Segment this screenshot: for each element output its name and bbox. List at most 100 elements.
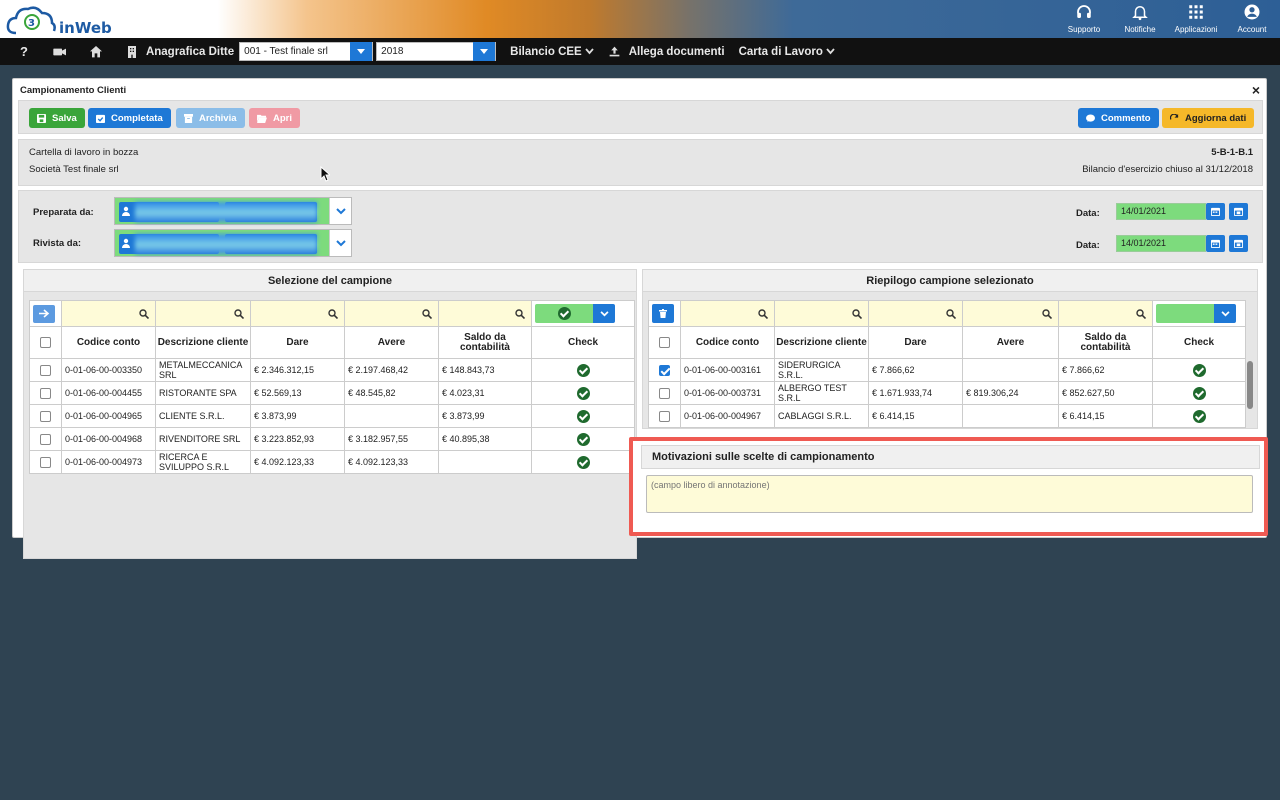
home-icon[interactable]: [88, 44, 104, 60]
table-row[interactable]: 0-01-06-00-003731 ALBERGO TEST S.R.L € 1…: [648, 381, 1246, 405]
cell-avere: € 48.545,82: [344, 381, 439, 405]
row-checkbox[interactable]: [659, 387, 670, 399]
table-row[interactable]: 0-01-06-00-003350 METALMECCANICA SRL € 2…: [29, 358, 635, 382]
calendar-day-icon: [1234, 239, 1243, 248]
carta-di-lavoro-menu[interactable]: Carta di Lavoro: [739, 46, 835, 58]
col-saldo[interactable]: Saldo da contabilità: [1058, 326, 1153, 359]
motivazioni-textarea[interactable]: [646, 475, 1253, 513]
arrow-right-icon: [38, 309, 49, 318]
table-row[interactable]: 0-01-06-00-003161 SIDERURGICA S.R.L. € 7…: [648, 358, 1246, 382]
help-button[interactable]: ?: [20, 44, 28, 59]
bilancio-text: Bilancio d'esercizio chiuso al 31/12/201…: [1082, 164, 1253, 175]
calendar-icon: [1211, 239, 1220, 248]
cell-dare: € 4.092.123,33: [250, 450, 345, 474]
year-select[interactable]: 2018: [376, 42, 497, 61]
col-dare[interactable]: Dare: [868, 326, 963, 359]
filter-codice[interactable]: [61, 300, 156, 327]
calendar-today-button-1[interactable]: [1229, 203, 1248, 220]
row-checkbox[interactable]: [40, 364, 51, 376]
aggiorna-dati-button[interactable]: Aggiorna dati: [1162, 108, 1255, 128]
video-camera-icon[interactable]: [52, 44, 68, 60]
salva-label: Salva: [52, 112, 77, 124]
cell-avere: € 4.092.123,33: [344, 450, 439, 474]
col-avere[interactable]: Avere: [962, 326, 1059, 359]
cell-codice: 0-01-06-00-004973: [61, 450, 156, 474]
allega-documenti-button[interactable]: Allega documenti: [608, 45, 725, 58]
row-checkbox[interactable]: [40, 410, 51, 422]
row-checkbox[interactable]: [40, 387, 51, 399]
filter-avere[interactable]: [344, 300, 439, 327]
filter-avere[interactable]: [962, 300, 1059, 327]
col-avere[interactable]: Avere: [344, 326, 439, 359]
table-row[interactable]: 0-01-06-00-004968 RIVENDITORE SRL € 3.22…: [29, 427, 635, 451]
filter-descrizione[interactable]: [774, 300, 869, 327]
cell-descrizione: RIVENDITORE SRL: [155, 427, 251, 451]
row-checkbox[interactable]: [40, 456, 51, 468]
select-all-checkbox[interactable]: [659, 336, 670, 348]
filter-codice[interactable]: [680, 300, 775, 327]
col-codice[interactable]: Codice conto: [61, 326, 156, 359]
move-to-sample-button[interactable]: [33, 304, 55, 323]
row-checkbox[interactable]: [659, 410, 670, 422]
col-dare[interactable]: Dare: [250, 326, 345, 359]
archivia-label: Archivia: [199, 112, 237, 124]
check-filter-select[interactable]: [1156, 304, 1236, 323]
check-filter-select[interactable]: [535, 304, 615, 323]
remove-from-sample-button[interactable]: [652, 304, 674, 323]
cell-descrizione: METALMECCANICA SRL: [155, 358, 251, 382]
filter-dare[interactable]: [868, 300, 963, 327]
logo[interactable]: 3 inWeb: [6, 3, 116, 37]
header-row: Codice conto Descrizione cliente Dare Av…: [29, 326, 635, 359]
commento-button[interactable]: Commento: [1078, 108, 1159, 128]
col-codice[interactable]: Codice conto: [680, 326, 775, 359]
col-check[interactable]: Check: [1152, 326, 1246, 359]
calendar-button-2[interactable]: [1206, 235, 1225, 252]
salva-button[interactable]: Salva: [29, 108, 85, 128]
close-icon[interactable]: ×: [1252, 82, 1260, 98]
filter-check-cell: [1152, 300, 1246, 327]
col-saldo[interactable]: Saldo da contabilità: [438, 326, 532, 359]
row-checkbox[interactable]: [40, 433, 51, 445]
company-select[interactable]: 001 - Test finale srl: [239, 42, 374, 61]
table-row[interactable]: 0-01-06-00-004455 RISTORANTE SPA € 52.56…: [29, 381, 635, 405]
check-circle-icon: [576, 363, 590, 377]
table-row[interactable]: 0-01-06-00-004967 CABLAGGI S.R.L. € 6.41…: [648, 404, 1246, 428]
calendar-button-1[interactable]: [1206, 203, 1225, 220]
info-box: Cartella di lavoro in bozza Società Test…: [18, 139, 1263, 186]
row-checkbox-checked[interactable]: [659, 364, 670, 376]
cell-dare: € 52.569,13: [250, 381, 345, 405]
completata-button[interactable]: Completata: [88, 108, 171, 128]
cell-dare: € 6.414,15: [868, 404, 963, 428]
filter-descrizione[interactable]: [155, 300, 251, 327]
notifications-button[interactable]: Notifiche: [1112, 0, 1168, 38]
svg-text:3: 3: [28, 18, 35, 29]
applications-button[interactable]: Applicazioni: [1168, 0, 1224, 38]
table-row[interactable]: 0-01-06-00-004973 RICERCA E SVILUPPO S.R…: [29, 450, 635, 474]
date-field-2[interactable]: 14/01/2021: [1116, 235, 1206, 252]
archivia-button[interactable]: Archivia: [176, 108, 245, 128]
date-field-1[interactable]: 14/01/2021: [1116, 203, 1206, 220]
apri-button[interactable]: Apri: [249, 108, 300, 128]
applications-label: Applicazioni: [1174, 25, 1218, 34]
col-descrizione[interactable]: Descrizione cliente: [774, 326, 869, 359]
table-row[interactable]: 0-01-06-00-004965 CLIENTE S.R.L. € 3.873…: [29, 404, 635, 428]
preparata-user-select[interactable]: [114, 197, 352, 225]
select-all-checkbox[interactable]: [40, 336, 51, 348]
aggiorna-dati-label: Aggiorna dati: [1185, 112, 1247, 124]
filter-saldo[interactable]: [1058, 300, 1153, 327]
col-check[interactable]: Check: [531, 326, 635, 359]
filter-dare[interactable]: [250, 300, 345, 327]
scrollbar-thumb[interactable]: [1247, 361, 1253, 409]
delete-cell: [648, 300, 681, 327]
account-button[interactable]: Account: [1224, 0, 1280, 38]
col-descrizione[interactable]: Descrizione cliente: [155, 326, 251, 359]
calendar-today-button-2[interactable]: [1229, 235, 1248, 252]
chevron-down-icon: [826, 48, 835, 55]
refresh-icon: [1170, 113, 1179, 120]
filter-saldo[interactable]: [438, 300, 532, 327]
rivista-user-select[interactable]: [114, 229, 352, 257]
anagrafica-ditte-link[interactable]: Anagrafica Ditte: [146, 46, 234, 58]
status-text: Cartella di lavoro in bozza: [29, 147, 139, 158]
support-button[interactable]: Supporto: [1056, 0, 1112, 38]
bilancio-cee-menu[interactable]: Bilancio CEE: [510, 46, 594, 58]
